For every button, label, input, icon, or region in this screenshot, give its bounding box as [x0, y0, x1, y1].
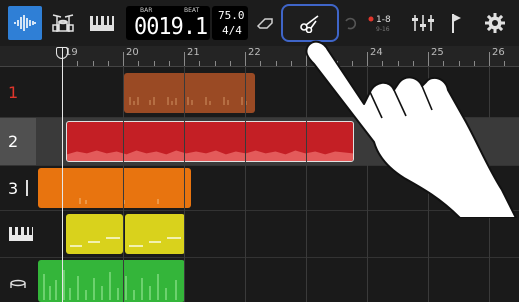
ruler-bar-number: 21 [187, 47, 200, 58]
ruler-beat-tick [138, 61, 140, 66]
time-signature: 4/4 [222, 24, 242, 37]
ruler-beat-tick [168, 61, 170, 66]
eraser-icon [256, 18, 273, 29]
ruler-beat-tick [92, 61, 94, 66]
track-header-3[interactable]: 3 [0, 166, 36, 210]
ruler-beat-tick [214, 61, 216, 66]
waveform-3 [79, 198, 159, 204]
position-counter[interactable]: BAR BEAT 0019.1 [126, 6, 210, 40]
drum-mode-button[interactable] [46, 6, 80, 40]
midi-region-4a[interactable] [66, 214, 123, 254]
audio-region-3[interactable] [38, 168, 191, 208]
waveform-1 [129, 97, 247, 105]
midi-notes-4a [70, 237, 120, 247]
ruler-bar-number: 22 [248, 47, 261, 58]
daw-screen: BAR BEAT 0019.1 75.0 4/4 1-8 9-16 19 20 … [0, 0, 519, 302]
ruler-beat-tick [77, 61, 79, 66]
midi-region-4b[interactable] [125, 214, 185, 254]
playhead-handle[interactable] [56, 47, 68, 59]
track-header-4[interactable] [0, 211, 36, 257]
audio-region-1[interactable] [124, 73, 255, 113]
counter-value: 0019.1 [134, 14, 208, 40]
track-label-1: 1 [8, 82, 19, 102]
ruler-bar-tick [123, 52, 124, 66]
track-label-3: 3 [8, 178, 19, 198]
piano-icon [9, 227, 33, 241]
drum-kit-icon [52, 14, 74, 32]
waveform-icon [14, 15, 36, 31]
ruler-beat-tick [107, 61, 109, 66]
ruler-beat-tick [229, 61, 231, 66]
grid-line [184, 66, 185, 302]
track-label-2: 2 [8, 132, 19, 151]
bar-label: BAR [140, 7, 153, 14]
track-header-2[interactable]: 2 [0, 118, 36, 165]
tempo-display[interactable]: 75.0 4/4 [212, 6, 248, 40]
ruler-bar-number: 20 [126, 47, 139, 58]
track-level-meter [26, 180, 29, 196]
pointing-hand-icon [305, 40, 517, 218]
track-header-1[interactable]: 1 [0, 67, 36, 117]
grid-line [245, 66, 246, 302]
ruler-bar-tick [245, 52, 246, 66]
ruler-beat-tick [260, 61, 262, 66]
beat-label: BEAT [184, 7, 200, 14]
keyboard-mode-button[interactable] [84, 6, 120, 40]
grid-line [123, 66, 124, 302]
track-header-5[interactable] [0, 258, 36, 302]
waveform-5 [43, 270, 177, 300]
playhead-line[interactable] [62, 48, 63, 302]
eraser-button[interactable] [254, 6, 276, 40]
ruler-beat-tick [153, 61, 155, 66]
track-row-5[interactable] [0, 258, 519, 302]
drum-icon [10, 279, 26, 288]
keyboard-icon [90, 16, 114, 31]
waveform-mode-button[interactable] [8, 6, 42, 40]
audio-region-5[interactable] [38, 260, 185, 302]
tempo-bpm: 75.0 [218, 9, 245, 22]
ruler-beat-tick [199, 61, 201, 66]
midi-notes-4b [129, 237, 181, 247]
ruler-bar-tick [184, 52, 185, 66]
ruler-beat-tick [275, 61, 277, 66]
